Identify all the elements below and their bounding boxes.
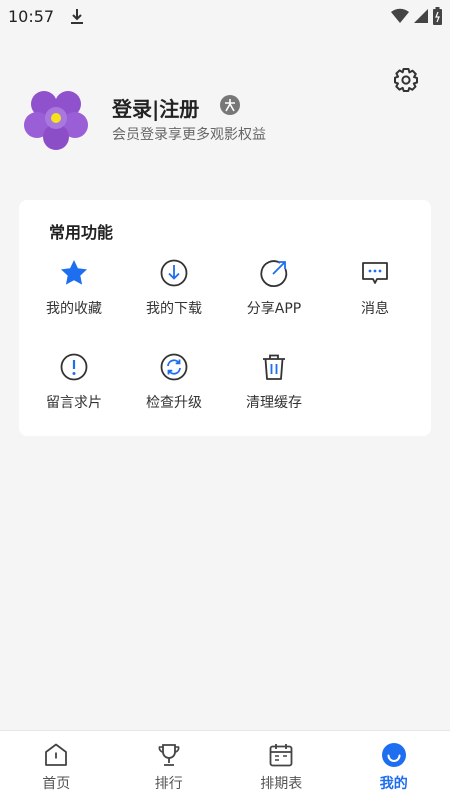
func-label: 我的下载 <box>146 301 202 317</box>
func-downloads[interactable]: 我的下载 <box>124 258 224 328</box>
func-label: 留言求片 <box>46 395 102 411</box>
trash-icon <box>263 354 285 380</box>
func-clear-cache[interactable]: 清理缓存 <box>224 352 324 422</box>
download-status-icon <box>71 9 84 24</box>
func-favorites[interactable]: 我的收藏 <box>24 258 124 328</box>
nav-ranking[interactable]: 排行 <box>113 731 226 800</box>
settings-gear-icon[interactable] <box>392 66 420 94</box>
nav-label: 排行 <box>154 776 183 792</box>
login-subtitle: 会员登录享更多观影权益 <box>112 127 266 143</box>
message-icon <box>362 262 388 284</box>
battery-icon <box>433 7 442 25</box>
nav-label: 排期表 <box>260 776 303 792</box>
signal-icon <box>414 9 428 23</box>
trophy-icon <box>158 744 180 766</box>
func-share-app[interactable]: 分享APP <box>224 258 324 328</box>
wifi-icon <box>391 8 409 23</box>
vip-badge-icon <box>220 95 240 115</box>
func-check-update[interactable]: 检查升级 <box>124 352 224 422</box>
nav-schedule[interactable]: 排期表 <box>225 731 338 800</box>
nav-home[interactable]: 首页 <box>0 731 113 800</box>
login-register-link[interactable]: 登录|注册 <box>112 93 199 122</box>
func-label: 检查升级 <box>146 395 202 411</box>
home-icon <box>45 743 68 766</box>
nav-label: 我的 <box>379 776 408 792</box>
func-label: 我的收藏 <box>46 301 102 317</box>
nav-label: 首页 <box>42 776 71 792</box>
star-icon <box>61 260 87 285</box>
status-bar: 10:57 <box>0 0 450 32</box>
calendar-icon <box>269 744 293 767</box>
status-icons <box>391 7 442 25</box>
func-label: 消息 <box>361 301 389 317</box>
refresh-icon <box>160 353 188 381</box>
func-label: 分享APP <box>246 301 302 317</box>
card-title: 常用功能 <box>49 223 114 242</box>
avatar[interactable] <box>24 86 88 150</box>
alert-icon <box>60 353 88 381</box>
status-time: 10:57 <box>8 6 55 26</box>
bottom-nav: 首页 排行 排期表 我的 <box>0 730 450 800</box>
share-icon <box>260 260 288 288</box>
func-label: 清理缓存 <box>246 395 302 411</box>
nav-mine[interactable]: 我的 <box>338 731 450 800</box>
common-functions-card: 常用功能 我的收藏 我的下载 分享APP 消息 留言求片 检查升级 清理缓存 <box>19 200 431 436</box>
func-messages[interactable]: 消息 <box>325 258 425 328</box>
smile-icon <box>381 743 406 767</box>
func-request-movie[interactable]: 留言求片 <box>24 352 124 422</box>
download-icon <box>160 259 188 287</box>
